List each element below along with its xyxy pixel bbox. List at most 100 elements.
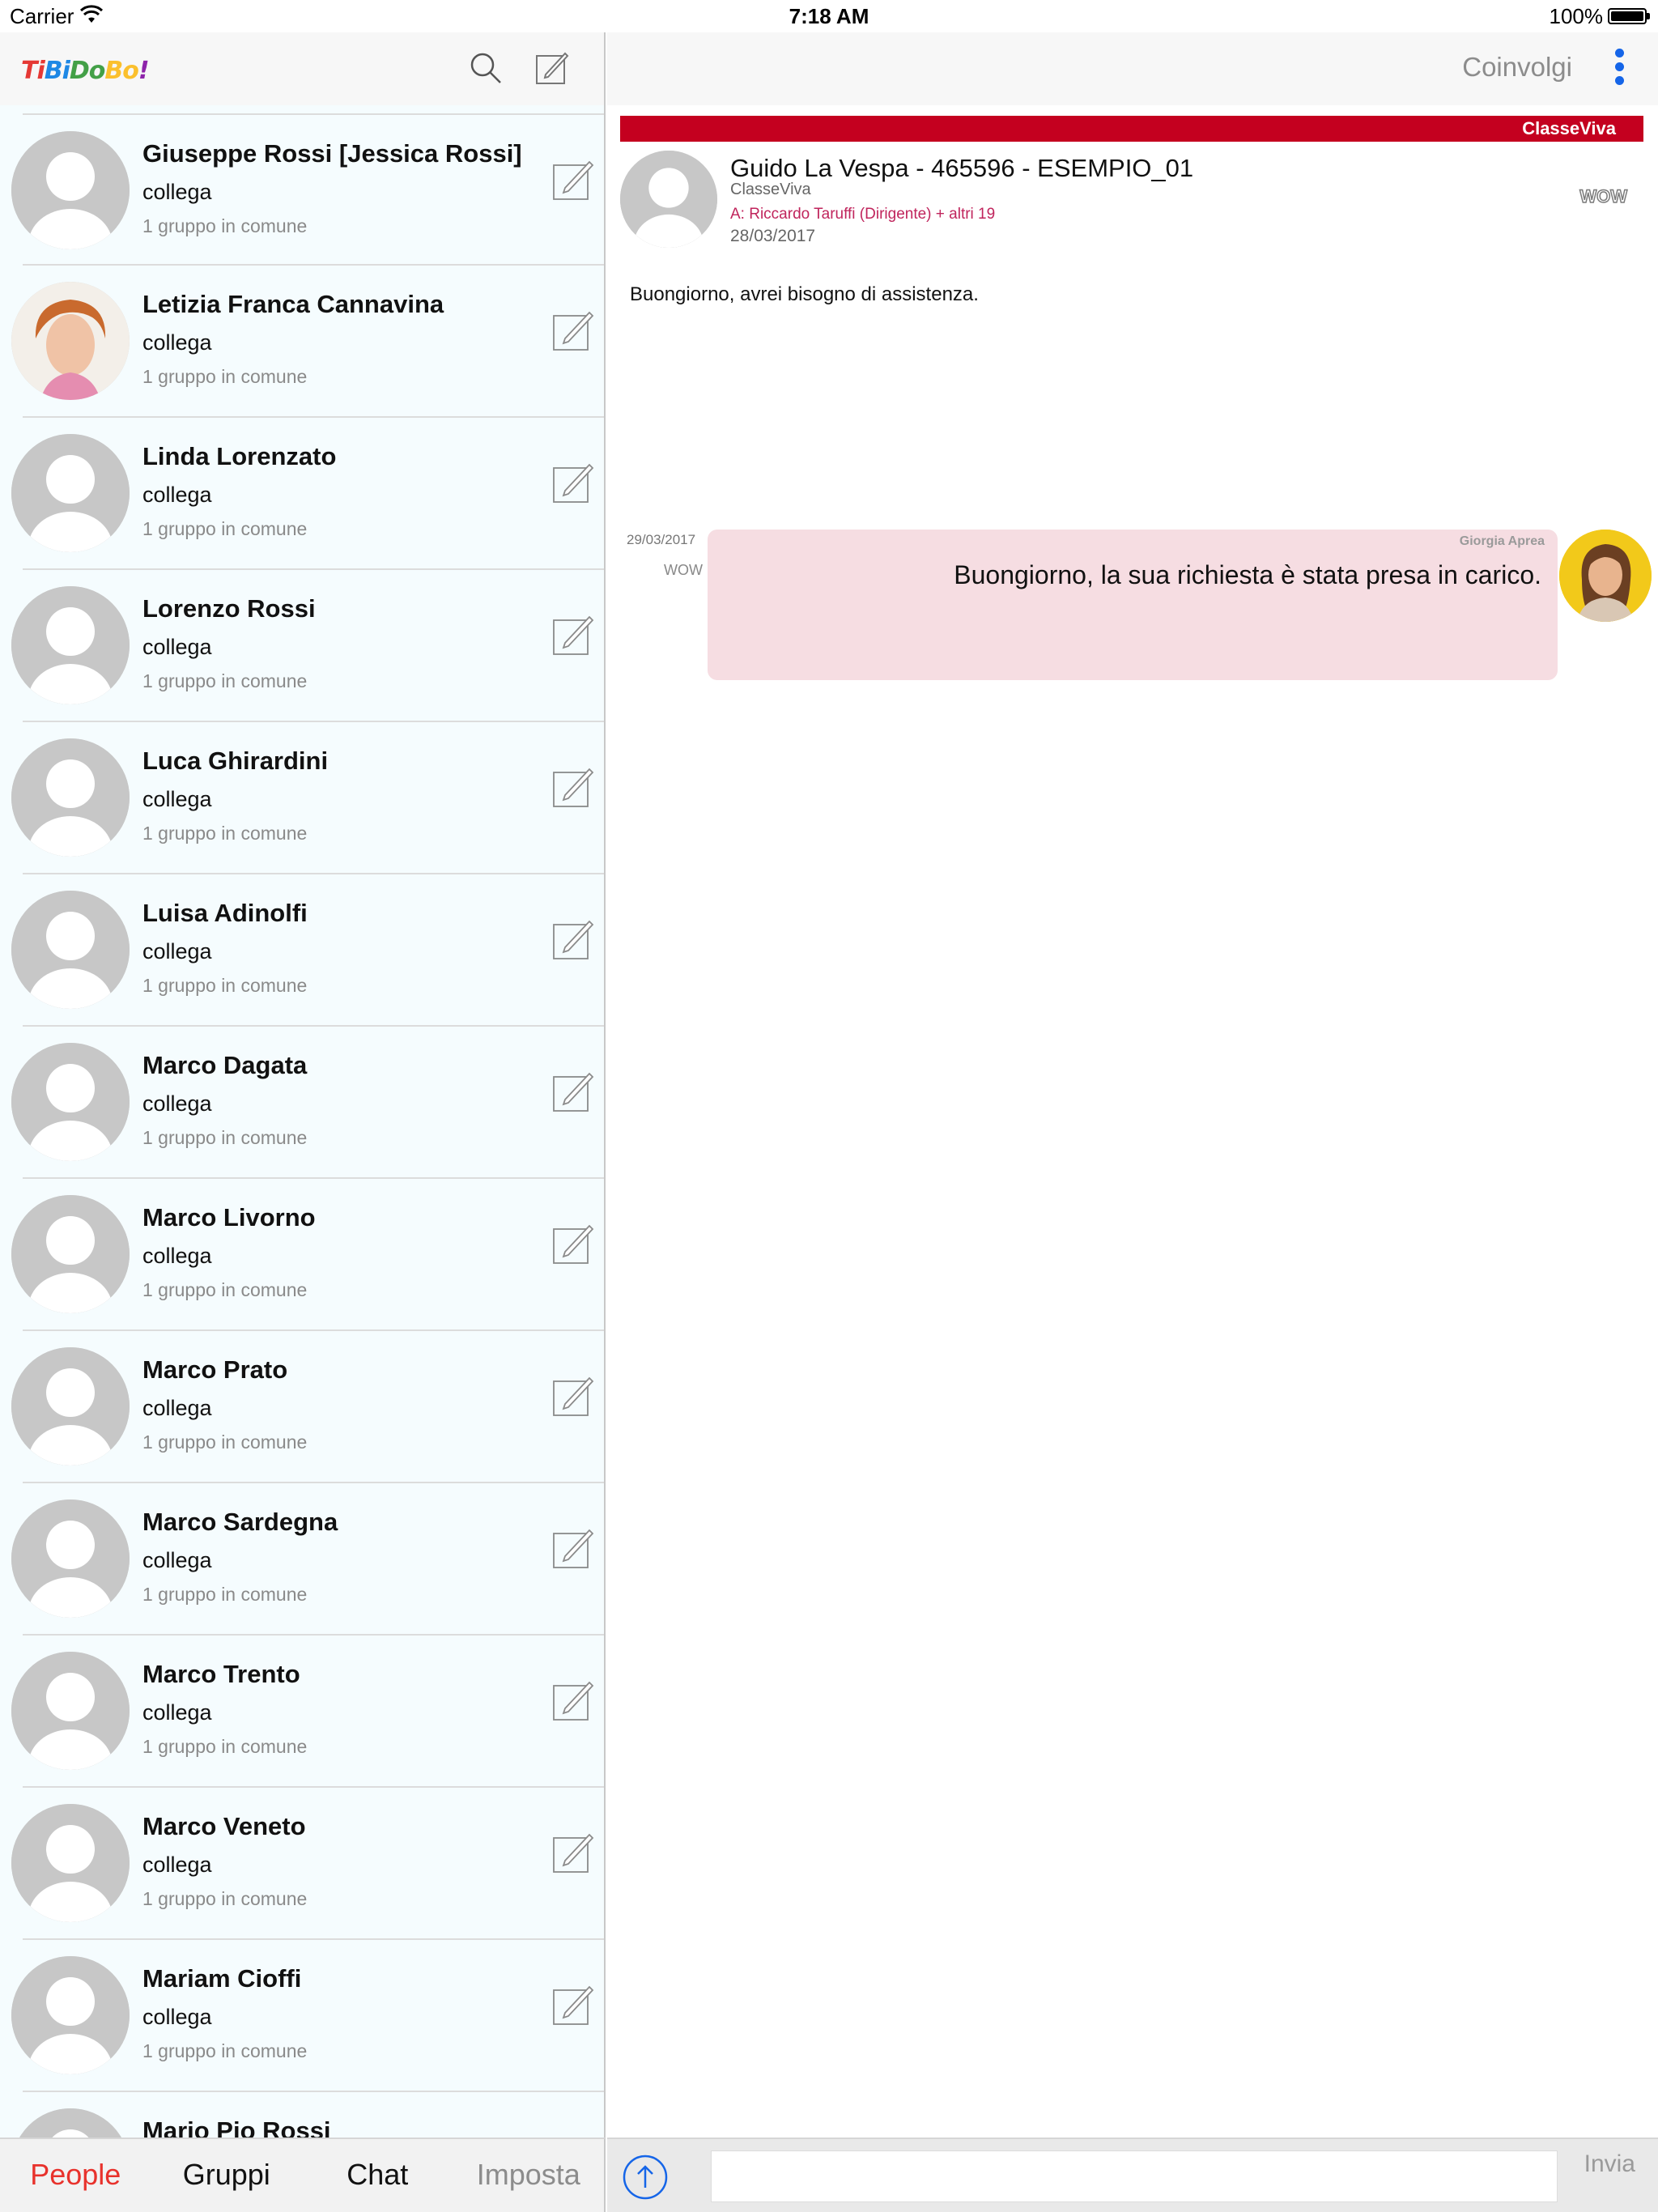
contact-name: Marco Dagata [142, 1051, 308, 1079]
compose-icon[interactable] [552, 1070, 594, 1112]
tab-bar: People Gruppi Chat Imposta [0, 2138, 606, 2212]
contact-role: collega [142, 939, 212, 963]
contact-avatar [11, 434, 130, 552]
message-title: Guido La Vespa - 465596 - ESEMPIO_01 [730, 154, 1194, 182]
tab-chat[interactable]: Chat [302, 2139, 453, 2212]
contact-groups-in-common: 1 gruppo in comune [142, 1279, 308, 1300]
default-avatar-icon [11, 1499, 130, 1618]
contact-row[interactable]: Mario Pio Rossi [11, 2092, 604, 2138]
contact-role: collega [142, 1091, 212, 1116]
contact-row[interactable]: Linda Lorenzato collega 1 gruppo in comune [11, 418, 604, 570]
compose-icon[interactable] [552, 462, 594, 504]
contact-name: Marco Veneto [142, 1812, 306, 1840]
compose-icon[interactable] [552, 309, 594, 351]
contact-name: Marco Livorno [142, 1203, 316, 1231]
upload-arrow-icon[interactable] [622, 2154, 669, 2201]
contact-avatar [11, 1956, 130, 2074]
contact-row[interactable]: Marco Livorno collega 1 gruppo in comune [11, 1179, 604, 1331]
compose-icon[interactable] [552, 159, 594, 201]
contact-role: collega [142, 1396, 212, 1420]
contact-role: collega [142, 1244, 212, 1268]
contact-avatar [11, 282, 130, 400]
compose-icon[interactable] [552, 1679, 594, 1721]
message-body: Buongiorno, avrei bisogno di assistenza. [630, 283, 979, 305]
compose-icon[interactable] [552, 1984, 594, 2026]
tab-people[interactable]: People [0, 2139, 151, 2212]
contact-row[interactable]: Giuseppe Rossi [Jessica Rossi] collega 1 g… [11, 113, 604, 266]
clock: 7:18 AM [789, 4, 869, 28]
contact-groups-in-common: 1 gruppo in comune [142, 975, 308, 996]
coinvolgi-button[interactable]: Coinvolgi [1462, 52, 1572, 83]
compose-icon[interactable] [534, 50, 570, 86]
contact-row[interactable]: Mariam Cioffi collega 1 gruppo in comune [11, 1940, 604, 2092]
contact-name: Marco Trento [142, 1660, 300, 1688]
compose-icon[interactable] [552, 1527, 594, 1569]
default-avatar-icon [11, 1043, 130, 1161]
message-input[interactable] [711, 2150, 1558, 2202]
compose-icon[interactable] [552, 1831, 594, 1874]
person-photo-icon [11, 282, 130, 400]
contact-groups-in-common: 1 gruppo in comune [142, 1431, 308, 1453]
contact-avatar [11, 2108, 130, 2138]
detail-nav-bar: Coinvolgi [607, 32, 1658, 105]
contact-avatar [11, 1804, 130, 1922]
contact-name: Marco Prato [142, 1355, 288, 1384]
contact-groups-in-common: 1 gruppo in comune [142, 1127, 308, 1148]
contact-row[interactable]: Luisa Adinolfi collega 1 gruppo in comune [11, 874, 604, 1027]
contact-groups-in-common: 1 gruppo in comune [142, 215, 308, 236]
compose-icon[interactable] [552, 1223, 594, 1265]
contact-role: collega [142, 330, 212, 355]
default-avatar-icon [11, 1956, 130, 2074]
contact-groups-in-common: 1 gruppo in comune [142, 823, 308, 844]
contact-row[interactable]: Marco Dagata collega 1 gruppo in comune [11, 1027, 604, 1179]
search-icon[interactable] [468, 50, 504, 86]
contact-role: collega [142, 2005, 212, 2029]
default-avatar-icon [11, 1652, 130, 1770]
default-avatar-icon [11, 891, 130, 1009]
reply-bubble: Giorgia Aprea Buongiorno, la sua richies… [708, 530, 1558, 680]
person-photo-icon [1559, 530, 1652, 622]
tab-gruppi[interactable]: Gruppi [151, 2139, 303, 2212]
default-avatar-icon [620, 151, 717, 248]
contact-row[interactable]: Lorenzo Rossi collega 1 gruppo in comune [11, 570, 604, 722]
message-recipients[interactable]: A: Riccardo Taruffi (Dirigente) + altri … [730, 206, 995, 223]
contact-row[interactable]: Marco Trento collega 1 gruppo in comune [11, 1636, 604, 1788]
wow-badge[interactable]: WOW [1579, 185, 1628, 207]
contact-role: collega [142, 180, 212, 204]
contact-name: Giuseppe Rossi [Jessica Rossi] [142, 139, 522, 168]
contact-groups-in-common: 1 gruppo in comune [142, 366, 308, 387]
contact-row[interactable]: Marco Prato collega 1 gruppo in comune [11, 1331, 604, 1483]
default-avatar-icon [11, 1804, 130, 1922]
people-nav-bar: TiBiDoBo! [0, 32, 604, 105]
default-avatar-icon [11, 1347, 130, 1465]
reply-author: Giorgia Aprea [1459, 534, 1545, 548]
more-vertical-icon[interactable] [1613, 49, 1626, 91]
default-avatar-icon [11, 1195, 130, 1313]
compose-icon[interactable] [552, 1375, 594, 1417]
contact-name: Mario Pio Rossi [142, 2116, 331, 2138]
default-avatar-icon [11, 586, 130, 704]
contact-row[interactable]: Marco Sardegna collega 1 gruppo in comune [11, 1483, 604, 1636]
contact-groups-in-common: 1 gruppo in comune [142, 670, 308, 691]
contact-avatar [11, 1195, 130, 1313]
battery-percentage: 100% [1549, 4, 1604, 28]
compose-icon[interactable] [552, 614, 594, 656]
send-button[interactable]: Invia [1584, 2150, 1635, 2178]
contact-list[interactable]: Giuseppe Rossi [Jessica Rossi] collega 1 g… [0, 113, 604, 2138]
reply-date: 29/03/2017 [627, 532, 696, 547]
contact-avatar [11, 1347, 130, 1465]
contact-row[interactable]: Luca Ghirardini collega 1 gruppo in comune [11, 722, 604, 874]
contact-groups-in-common: 1 gruppo in comune [142, 1736, 308, 1757]
compose-icon[interactable] [552, 766, 594, 808]
contact-row[interactable]: Letizia Franca Cannavina collega 1 gruppo … [11, 266, 604, 418]
contact-name: Luca Ghirardini [142, 747, 329, 775]
app-logo: TiBiDoBo! [21, 57, 150, 85]
reply-wow-tag[interactable]: WOW [664, 562, 703, 579]
tab-imposta[interactable]: Imposta [453, 2139, 605, 2212]
compose-icon[interactable] [552, 918, 594, 960]
contact-role: collega [142, 1700, 212, 1725]
contact-row[interactable]: Marco Veneto collega 1 gruppo in comune [11, 1788, 604, 1940]
contact-avatar [11, 1652, 130, 1770]
contact-name: Marco Sardegna [142, 1508, 338, 1536]
default-avatar-icon [11, 131, 130, 249]
